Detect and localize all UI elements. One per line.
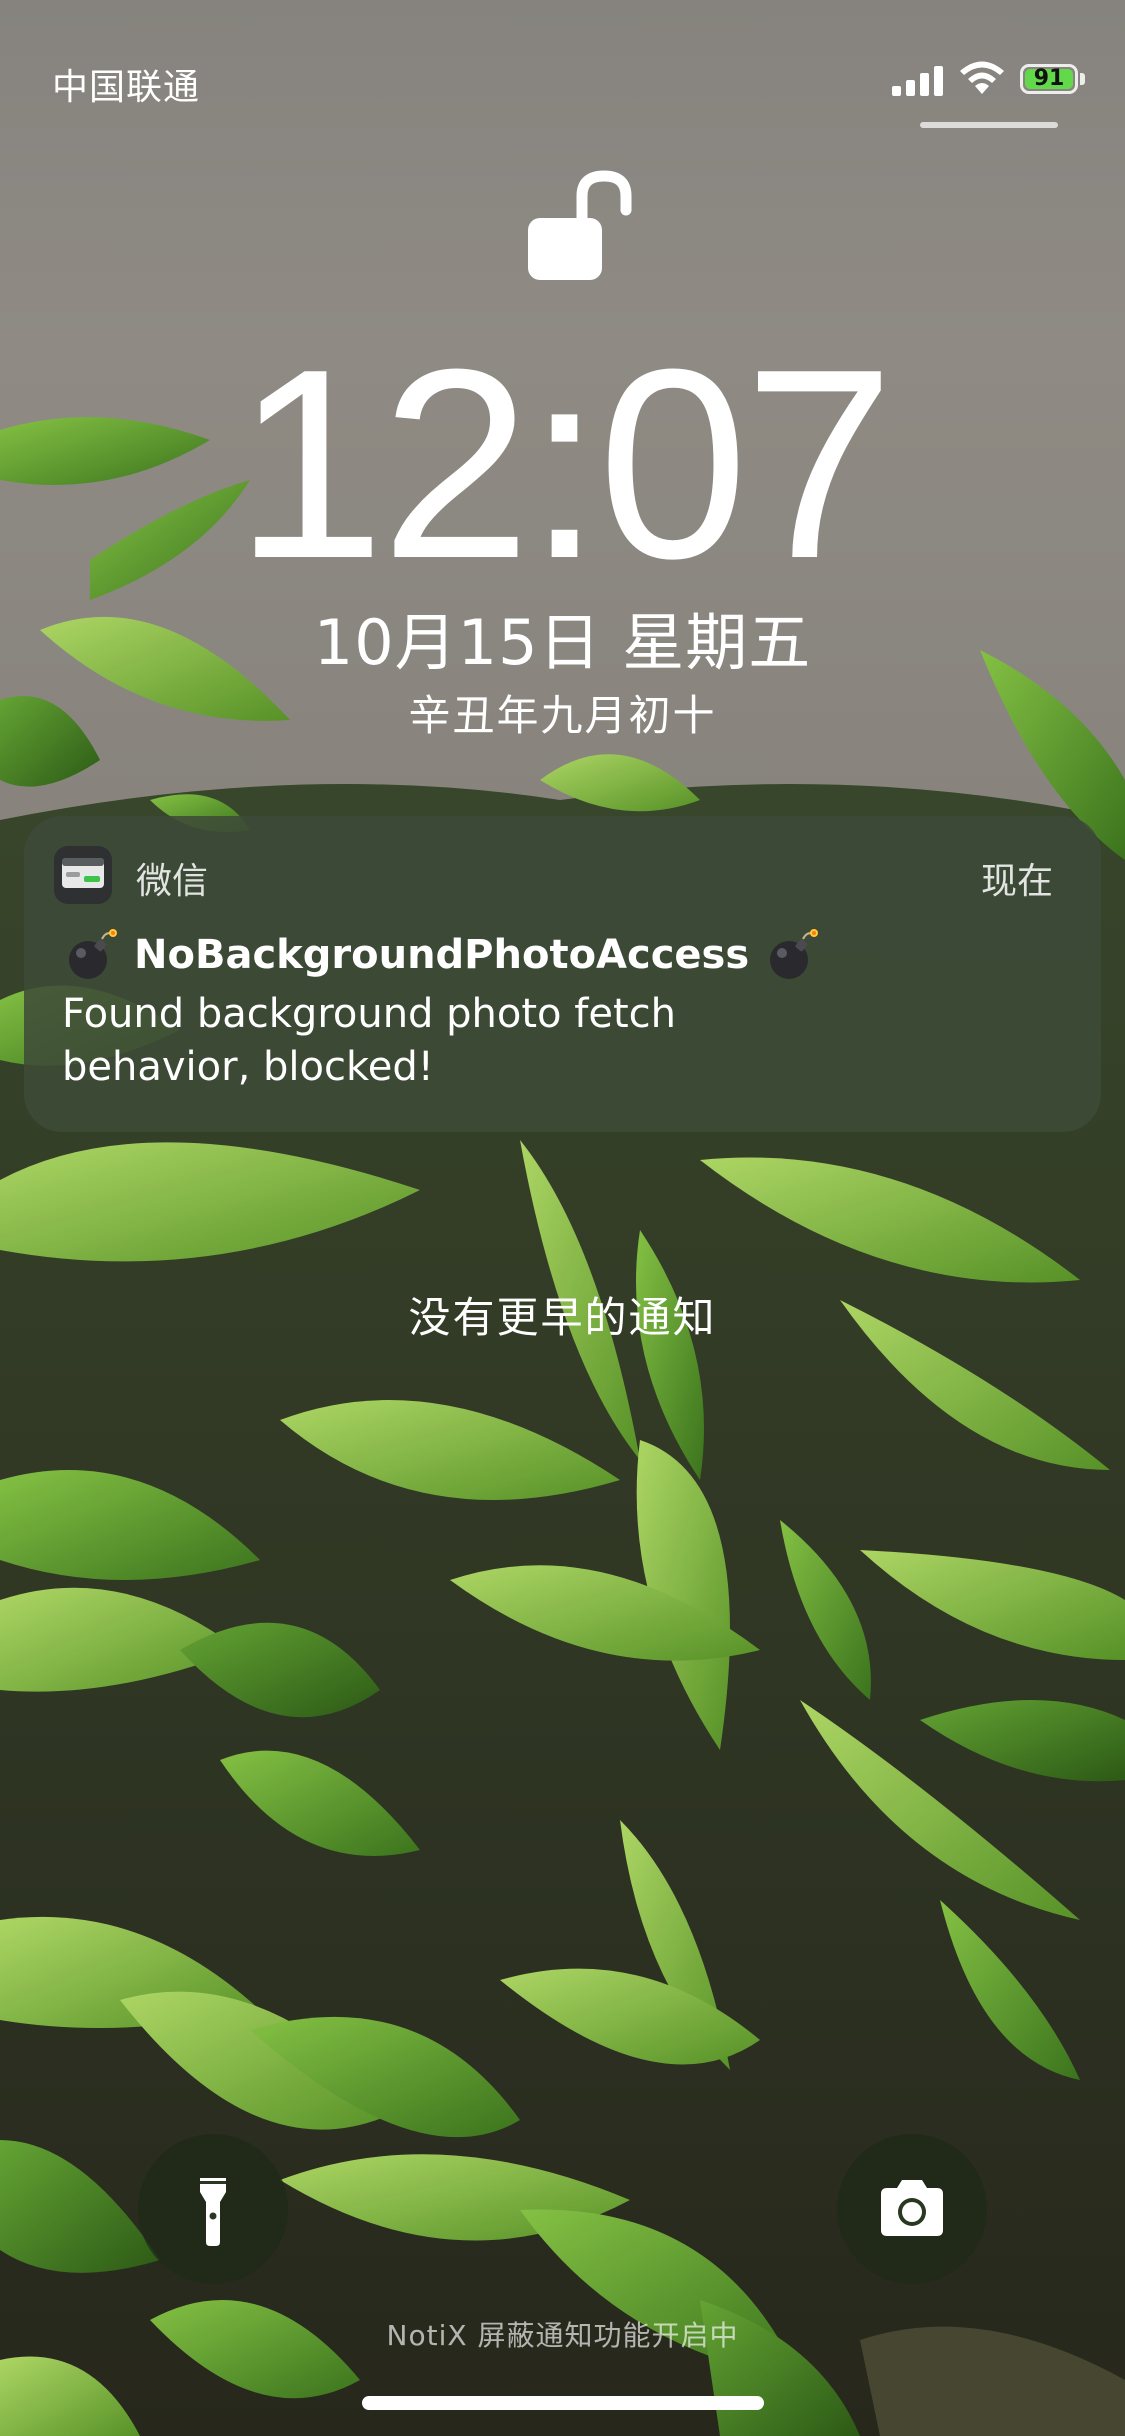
clock-time: 12:07 xyxy=(234,314,895,615)
lock-screen: 中国联通 91 12:07 10月15日 星期五 辛丑年九月初十 微信 现在 N… xyxy=(0,0,1125,2436)
control-center-indicator[interactable] xyxy=(920,122,1058,128)
bomb-icon xyxy=(770,929,819,979)
home-indicator[interactable] xyxy=(362,2396,764,2410)
lunar-date: 辛丑年九月初十 xyxy=(408,691,717,740)
flashlight-icon xyxy=(200,2178,226,2246)
notification-title-row: NoBackgroundPhotoAccess xyxy=(62,926,821,984)
notix-status-text: NotiX 屏蔽通知功能开启中 xyxy=(386,2319,739,2352)
notification-title: NoBackgroundPhotoAccess xyxy=(134,932,750,978)
flashlight-button[interactable] xyxy=(138,2134,288,2284)
battery-indicator: 91 xyxy=(1020,64,1078,94)
notification-time: 现在 xyxy=(980,861,1053,902)
notification-app-name: 微信 xyxy=(136,861,209,902)
notification-body: Found background photo fetch behavior, b… xyxy=(62,991,676,1090)
unlocked-padlock-icon xyxy=(528,170,632,280)
bomb-icon xyxy=(69,929,117,979)
no-older-notifications: 没有更早的通知 xyxy=(408,1293,717,1342)
clock-date: 10月15日 星期五 xyxy=(313,606,812,679)
wechat-app-icon xyxy=(54,846,112,904)
camera-icon xyxy=(881,2180,943,2236)
battery-level: 91 xyxy=(1033,66,1065,91)
notification-card[interactable]: 微信 现在 NoBackgroundPhotoAccess Found back xyxy=(24,816,1101,1132)
wifi-icon xyxy=(960,61,1004,94)
carrier-name: 中国联通 xyxy=(52,67,201,108)
status-bar: 中国联通 91 xyxy=(0,0,1125,140)
camera-button[interactable] xyxy=(837,2134,987,2284)
cellular-signal-icon xyxy=(892,66,943,96)
